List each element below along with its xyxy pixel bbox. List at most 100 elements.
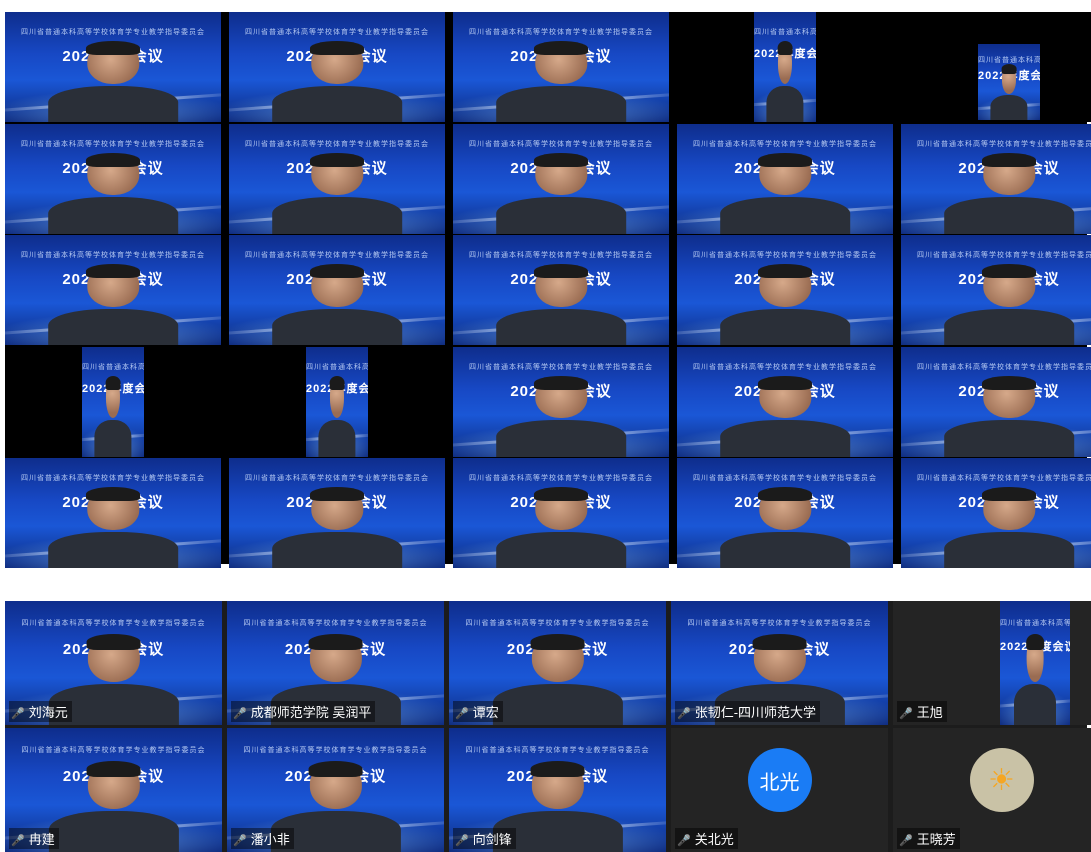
participant-figure xyxy=(766,41,804,122)
participant-video-tile[interactable]: 四川省普通本科高等学校体育学专业教学指导委员会2022年度会议🎤潘小非 xyxy=(227,728,444,852)
participant-video-tile[interactable]: 四川省普通本科高等学校体育学专业教学指导委员会2022年度会议 xyxy=(901,12,1091,122)
participant-name-tag: 🎤 刘海元 xyxy=(9,701,72,722)
meeting-banner-text: 四川省普通本科高等学校体育学专业教学指导委员会 xyxy=(693,363,877,371)
video-feed: 四川省普通本科高等学校体育学专业教学指导委员会2022年度会议 xyxy=(453,12,669,122)
participant-figure xyxy=(496,264,626,345)
participant-video-tile[interactable]: 四川省普通本科高等学校体育学专业教学指导委员会2022年度会议 xyxy=(229,235,445,345)
initials-avatar: 北光 xyxy=(747,748,812,813)
participant-video-tile[interactable]: 四川省普通本科高等学校体育学专业教学指导委员会2022年度会议 xyxy=(229,123,445,234)
participant-figure xyxy=(272,264,402,345)
participant-body xyxy=(48,531,178,568)
participant-name: 刘海元 xyxy=(28,705,68,720)
participant-video-tile[interactable]: 四川省普通本科高等学校体育学专业教学指导委员会2022年度会议 xyxy=(229,346,445,457)
participant-video-tile[interactable]: 四川省普通本科高等学校体育学专业教学指导委员会2022年度会议🎤张韧仁-四川师范… xyxy=(671,601,888,725)
video-feed: 四川省普通本科高等学校体育学专业教学指导委员会2022年度会议 xyxy=(978,44,1040,120)
video-feed: 四川省普通本科高等学校体育学专业教学指导委员会2022年度会议 xyxy=(901,123,1091,234)
participant-video-tile[interactable]: 四川省普通本科高等学校体育学专业教学指导委员会2022年度会议 xyxy=(229,12,445,122)
participant-video-tile[interactable]: 北光 🎤 关北光 xyxy=(671,728,888,852)
participant-video-tile[interactable]: 四川省普通本科高等学校体育学专业教学指导委员会2022年度会议 xyxy=(229,458,445,568)
participant-hair xyxy=(981,152,1037,167)
participant-name: 张韧仁-四川师范大学 xyxy=(694,705,817,720)
video-feed: 四川省普通本科高等学校体育学专业教学指导委员会2022年度会议 xyxy=(453,123,669,234)
video-feed: 四川省普通本科高等学校体育学专业教学指导委员会2022年度会议 xyxy=(1000,601,1070,725)
participant-video-tile[interactable]: 四川省普通本科高等学校体育学专业教学指导委员会2022年度会议 xyxy=(5,346,221,457)
participant-hair xyxy=(85,264,141,279)
participant-video-tile[interactable]: 四川省普通本科高等学校体育学专业教学指导委员会2022年度会议 xyxy=(677,458,893,568)
participant-video-tile[interactable]: 四川省普通本科高等学校体育学专业教学指导委员会2022年度会议 xyxy=(5,12,221,122)
participant-body xyxy=(944,308,1074,345)
participant-video-tile[interactable]: 四川省普通本科高等学校体育学专业教学指导委员会2022年度会议🎤刘海元 xyxy=(5,601,222,725)
participant-body xyxy=(48,85,178,122)
video-feed: 四川省普通本科高等学校体育学专业教学指导委员会2022年度会议 xyxy=(229,12,445,122)
video-feed: 四川省普通本科高等学校体育学专业教学指导委员会2022年度会议 xyxy=(82,346,144,457)
participant-hair xyxy=(105,375,121,390)
participant-body xyxy=(272,308,402,345)
mic-muted-icon: 🎤 xyxy=(455,835,469,847)
participant-video-tile[interactable]: 四川省普通本科高等学校体育学专业教学指导委员会2022年度会议 xyxy=(677,235,893,345)
participant-body xyxy=(48,197,178,234)
gallery-view-top: 四川省普通本科高等学校体育学专业教学指导委员会2022年度会议四川省普通本科高等… xyxy=(5,12,1091,568)
participant-figure xyxy=(318,375,356,457)
mic-muted-icon: 🎤 xyxy=(11,835,25,847)
meeting-banner-text: 四川省普通本科高等学校体育学专业教学指导委员会 xyxy=(917,475,1091,483)
participant-name: 谭宏 xyxy=(472,705,499,720)
participant-video-tile[interactable]: 四川省普通本科高等学校体育学专业教学指导委员会2022年度会议🎤冉建 xyxy=(5,728,222,852)
mic-muted-icon: 🎤 xyxy=(677,708,691,720)
participant-video-tile[interactable]: 四川省普通本科高等学校体育学专业教学指导委员会2022年度会议 xyxy=(901,458,1091,568)
video-feed: 四川省普通本科高等学校体育学专业教学指导委员会2022年度会议 xyxy=(229,123,445,234)
participant-video-tile[interactable]: 四川省普通本科高等学校体育学专业教学指导委员会2022年度会议 xyxy=(901,346,1091,457)
participant-figure xyxy=(94,375,132,457)
participant-body xyxy=(272,531,402,568)
participant-body xyxy=(48,810,179,852)
participant-video-tile[interactable]: 四川省普通本科高等学校体育学专业教学指导委员会2022年度会议 xyxy=(677,346,893,457)
participant-hair xyxy=(757,264,813,279)
participant-body xyxy=(48,308,178,345)
video-feed: 四川省普通本科高等学校体育学专业教学指导委员会2022年度会议 xyxy=(229,235,445,345)
participant-video-tile[interactable]: 四川省普通本科高等学校体育学专业教学指导委员会2022年度会议 xyxy=(453,123,669,234)
participant-body xyxy=(496,308,626,345)
participant-figure xyxy=(272,487,402,568)
participant-body xyxy=(720,197,850,234)
participant-video-tile[interactable]: 四川省普通本科高等学校体育学专业教学指导委员会2022年度会议 xyxy=(5,123,221,234)
participant-hair xyxy=(757,152,813,167)
participant-hair xyxy=(981,264,1037,279)
participant-video-tile[interactable]: 四川省普通本科高等学校体育学专业教学指导委员会2022年度会议 xyxy=(677,123,893,234)
participant-figure xyxy=(944,375,1074,457)
participant-video-tile[interactable]: 四川省普通本科高等学校体育学专业教学指导委员会2022年度会议 🎤王旭 xyxy=(893,601,1091,725)
participant-video-tile[interactable]: 四川省普通本科高等学校体育学专业教学指导委员会2022年度会议 xyxy=(453,12,669,122)
participant-video-tile[interactable]: 四川省普通本科高等学校体育学专业教学指导委员会2022年度会议🎤成都师范学院 吴… xyxy=(227,601,444,725)
meeting-banner-text: 四川省普通本科高等学校体育学专业教学指导委员会 xyxy=(21,475,205,483)
video-feed: 四川省普通本科高等学校体育学专业教学指导委员会2022年度会议 xyxy=(453,346,669,457)
meeting-banner-text: 四川省普通本科高等学校体育学专业教学指导委员会 xyxy=(245,475,429,483)
participant-hair xyxy=(530,760,585,778)
participant-body xyxy=(990,94,1028,120)
video-feed: 四川省普通本科高等学校体育学专业教学指导委员会2022年度会议 xyxy=(901,346,1091,457)
meeting-banner-text: 四川省普通本科高等学校体育学专业教学指导委员会 xyxy=(917,252,1091,260)
participant-hair xyxy=(981,375,1037,390)
mic-muted-icon: 🎤 xyxy=(899,835,913,847)
participant-hair xyxy=(533,487,589,502)
participant-video-tile[interactable]: 四川省普通本科高等学校体育学专业教学指导委员会2022年度会议 xyxy=(453,346,669,457)
video-feed: 四川省普通本科高等学校体育学专业教学指导委员会2022年度会议 xyxy=(677,346,893,457)
participant-body xyxy=(318,420,356,457)
participant-video-tile[interactable]: 四川省普通本科高等学校体育学专业教学指导委员会2022年度会议 xyxy=(5,458,221,568)
participant-name-tag: 🎤 王晓芳 xyxy=(897,828,960,849)
meeting-banner-text: 四川省普通本科高等学校体育学专业教学指导委员会 xyxy=(21,140,205,148)
meeting-banner-text: 四川省普通本科高等学校体育学专业教学指导委员会 xyxy=(693,140,877,148)
participant-figure xyxy=(944,487,1074,568)
participant-figure xyxy=(496,375,626,457)
meeting-banner-text: 四川省普通本科高等学校体育学专业教学指导委员会 xyxy=(469,140,653,148)
participant-video-tile[interactable]: ☀ 🎤 王晓芳 xyxy=(893,728,1091,852)
participant-video-tile[interactable]: 四川省普通本科高等学校体育学专业教学指导委员会2022年度会议 xyxy=(5,235,221,345)
participant-video-tile[interactable]: 四川省普通本科高等学校体育学专业教学指导委员会2022年度会议🎤谭宏 xyxy=(449,601,666,725)
participant-video-tile[interactable]: 四川省普通本科高等学校体育学专业教学指导委员会2022年度会议 xyxy=(453,235,669,345)
participant-video-tile[interactable]: 四川省普通本科高等学校体育学专业教学指导委员会2022年度会议 xyxy=(901,235,1091,345)
participant-video-tile[interactable]: 四川省普通本科高等学校体育学专业教学指导委员会2022年度会议 xyxy=(901,123,1091,234)
participant-video-tile[interactable]: 四川省普通本科高等学校体育学专业教学指导委员会2022年度会议🎤向剑锋 xyxy=(449,728,666,852)
participant-figure xyxy=(720,152,850,234)
gallery-view-bottom: 四川省普通本科高等学校体育学专业教学指导委员会2022年度会议🎤刘海元四川省普通… xyxy=(5,601,1091,852)
participant-video-tile[interactable]: 四川省普通本科高等学校体育学专业教学指导委员会2022年度会议 xyxy=(677,12,893,122)
participant-video-tile[interactable]: 四川省普通本科高等学校体育学专业教学指导委员会2022年度会议 xyxy=(453,458,669,568)
mic-muted-icon: 🎤 xyxy=(11,708,25,720)
participant-figure xyxy=(720,264,850,345)
